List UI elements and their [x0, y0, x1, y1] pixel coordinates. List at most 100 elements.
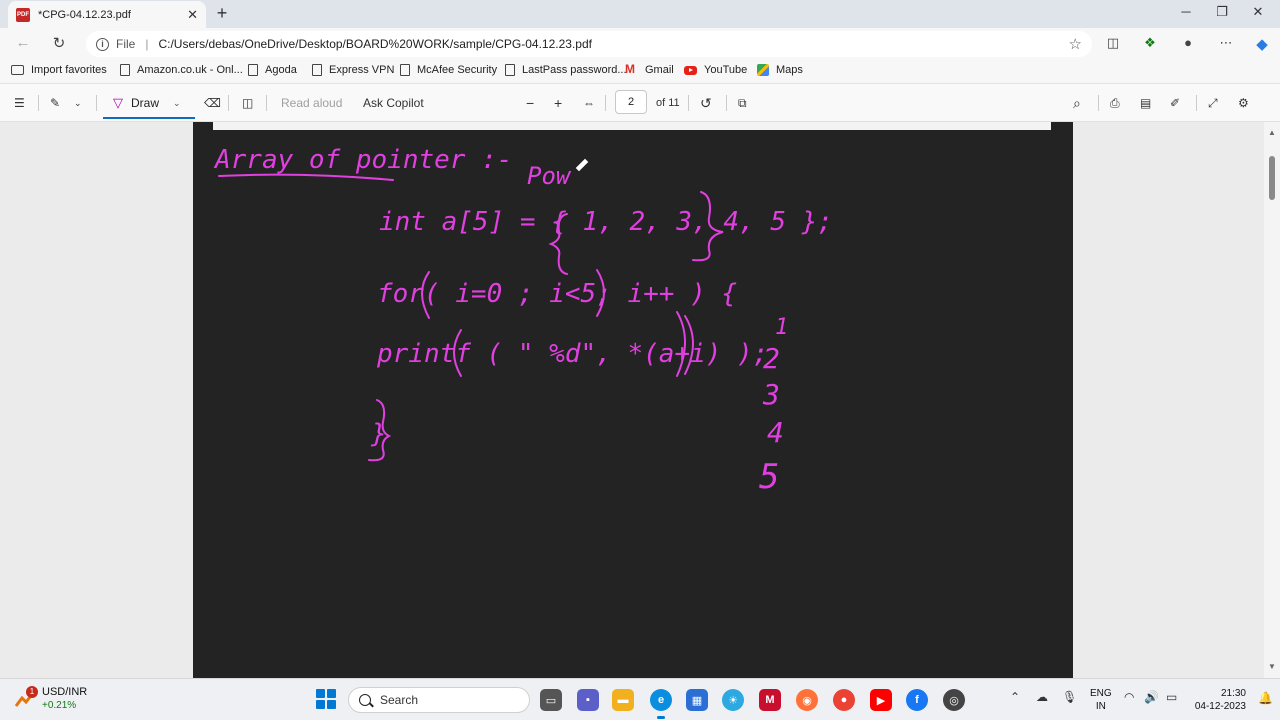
scroll-up-icon[interactable]: ▲	[1268, 128, 1276, 137]
address-bar[interactable]: i File | C:/Users/debas/OneDrive/Desktop…	[86, 31, 1092, 57]
microphone-icon[interactable]: 🎙	[1062, 690, 1077, 704]
youtube-app-icon[interactable]: ▶	[870, 689, 892, 711]
zoom-out-icon[interactable]: −	[526, 94, 534, 112]
ask-copilot-button[interactable]: Ask Copilot	[363, 94, 424, 112]
info-icon[interactable]: i	[96, 37, 109, 51]
search-icon[interactable]: ⌕	[1073, 94, 1081, 112]
stock-chart-icon: 1	[14, 686, 38, 710]
favorite-mcafee[interactable]: McAfee Security	[400, 64, 497, 76]
fit-page-icon[interactable]: ⇔	[583, 94, 595, 112]
settings-gear-icon[interactable]: ⚙	[1238, 94, 1249, 112]
file-explorer-icon[interactable]: ▬	[612, 689, 634, 711]
handwritten-line-1: int a[5] = { 1, 2, 3, 4, 5 };	[379, 207, 833, 237]
highlight-icon[interactable]: ✎	[50, 94, 60, 112]
taskbar-search[interactable]: Search	[348, 687, 530, 713]
refresh-icon[interactable]: ↻	[48, 34, 70, 54]
scroll-down-icon[interactable]: ▼	[1268, 662, 1276, 671]
favorite-agoda[interactable]: Agoda	[248, 64, 297, 76]
start-button[interactable]	[316, 689, 336, 709]
favorite-youtube[interactable]: YouTube	[684, 64, 747, 76]
back-icon[interactable]: ←	[12, 34, 34, 54]
read-aloud-button[interactable]: Read aloud	[281, 94, 342, 112]
heading-underline	[218, 173, 394, 181]
favorite-maps[interactable]: Maps	[757, 64, 803, 76]
clock-date: 04-12-2023	[1194, 701, 1246, 712]
draw-button[interactable]: ▽ Draw ⌄	[103, 89, 195, 119]
language-indicator[interactable]: ENG IN	[1090, 687, 1112, 713]
facebook-icon[interactable]: f	[906, 689, 928, 711]
eraser-icon[interactable]: ⌫	[204, 94, 221, 112]
highlight-dropdown-icon[interactable]: ⌄	[74, 94, 82, 112]
onedrive-icon[interactable]: ☁	[1036, 690, 1048, 704]
store-icon[interactable]: ▦	[686, 689, 708, 711]
toolbar-divider	[605, 95, 606, 111]
wifi-icon[interactable]: ◠	[1124, 690, 1134, 704]
vertical-scrollbar[interactable]: ▲ ▼	[1264, 122, 1280, 678]
screen-recorder-icon[interactable]: ◎	[943, 689, 965, 711]
browser-tab[interactable]: PDF *CPG-04.12.23.pdf ✕	[8, 1, 206, 28]
output-value: 5	[759, 457, 779, 497]
toolbar-divider	[228, 95, 229, 111]
ink-annotation-layer: Array of pointer :- Pow int a[5] = { 1, …	[213, 145, 833, 497]
close-window-icon[interactable]: ✕	[1246, 4, 1270, 24]
save-icon[interactable]: ▤	[1140, 94, 1151, 112]
system-clock[interactable]: 21:30 04-12-2023	[1190, 687, 1246, 713]
toolbar-divider	[266, 95, 267, 111]
handwritten-line-3: printf ( " %d", *(a+i) );	[376, 339, 768, 369]
fullscreen-icon[interactable]: ⤢	[1208, 94, 1218, 112]
gmail-icon	[625, 62, 638, 76]
toolbar-divider	[1196, 95, 1197, 111]
profile-icon[interactable]: ●	[1178, 35, 1198, 53]
close-tab-icon[interactable]: ✕	[187, 7, 198, 23]
scroll-thumb[interactable]	[1269, 156, 1275, 200]
edge-icon[interactable]: e	[650, 689, 672, 711]
favorite-expressvpn[interactable]: Express VPN	[312, 64, 394, 76]
pdf-toolbar: ☰ ✎ ⌄ ▽ Draw ⌄ ⌫ ◫ Read aloud Ask Copilo…	[0, 84, 1280, 122]
doc-icon	[312, 64, 322, 76]
page-number-input[interactable]: 2	[615, 90, 647, 114]
clock-time: 21:30	[1220, 688, 1246, 699]
zoom-in-icon[interactable]: +	[554, 94, 562, 112]
maximize-icon[interactable]: ❐	[1210, 4, 1234, 24]
pdf-page[interactable]: Array of pointer :- Pow int a[5] = { 1, …	[193, 122, 1073, 678]
pdf-viewer[interactable]: Array of pointer :- Pow int a[5] = { 1, …	[0, 122, 1264, 678]
favorite-star-icon[interactable]: ☆	[1069, 35, 1082, 53]
widget-value: +0.21%	[42, 700, 77, 711]
search-icon	[359, 694, 371, 706]
handwritten-line-2: for( i=0 ; i<5; i++ ) {	[377, 279, 737, 309]
volume-icon[interactable]: 🔊	[1144, 690, 1159, 704]
widgets-button[interactable]: 1 USD/INR +0.21%	[14, 686, 87, 712]
url-text[interactable]: C:/Users/debas/OneDrive/Desktop/BOARD%20…	[158, 37, 1068, 51]
chrome-icon[interactable]: ●	[833, 689, 855, 711]
favorite-lastpass[interactable]: LastPass password...	[505, 64, 627, 76]
minimize-icon[interactable]: ─	[1174, 4, 1198, 24]
save-as-icon[interactable]: ✐	[1170, 94, 1180, 112]
widget-title: USD/INR	[42, 686, 88, 698]
contents-icon[interactable]: ☰	[14, 94, 25, 112]
scheme-label: File	[116, 37, 136, 51]
page-view-icon[interactable]: ◫	[242, 94, 253, 112]
firefox-icon[interactable]: ◉	[796, 689, 818, 711]
battery-icon[interactable]: ▭	[1166, 690, 1177, 704]
teams-icon[interactable]: ▪	[577, 689, 599, 711]
copilot-icon[interactable]: ◆	[1252, 35, 1272, 53]
print-icon[interactable]: ⎙	[1110, 94, 1120, 112]
favorite-gmail[interactable]: Gmail	[625, 62, 674, 76]
weather-app-icon[interactable]: ☀	[722, 689, 744, 711]
split-screen-icon[interactable]: ◫	[1103, 35, 1123, 53]
show-hidden-icons[interactable]: ⌃	[1010, 690, 1020, 704]
notification-bell-icon[interactable]: 🔔	[1258, 691, 1273, 705]
youtube-icon	[684, 65, 697, 75]
widget-text: USD/INR +0.21%	[42, 686, 87, 712]
task-view-icon[interactable]: ▭	[540, 689, 562, 711]
two-page-icon[interactable]: ⧉	[738, 94, 747, 112]
mcafee-icon[interactable]: M	[759, 689, 781, 711]
new-tab-button[interactable]: +	[212, 4, 232, 24]
doc-icon	[120, 64, 130, 76]
draw-dropdown-icon[interactable]: ⌄	[173, 98, 181, 109]
extensions-icon[interactable]: ❖	[1140, 35, 1160, 53]
rotate-icon[interactable]: ↺	[700, 94, 712, 112]
more-menu-icon[interactable]: ⋯	[1216, 35, 1236, 53]
favorite-import[interactable]: Import favorites	[11, 64, 107, 76]
favorite-amazon[interactable]: Amazon.co.uk - Onl...	[120, 64, 243, 76]
